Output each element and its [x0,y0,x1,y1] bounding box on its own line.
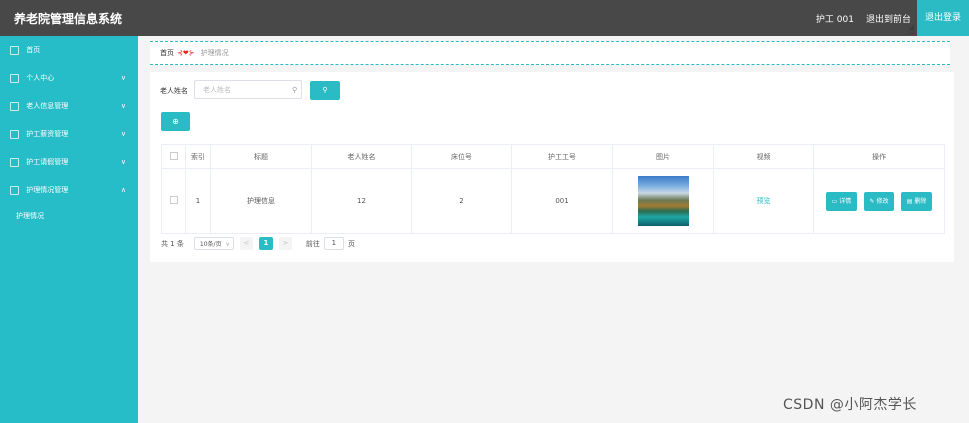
column-header: 操作 [813,144,945,169]
add-button[interactable]: ⊕ [161,112,190,131]
list-icon [10,101,19,111]
column-header: 护工工号 [511,144,613,169]
edit-button[interactable]: ✎ 修改 [863,191,895,211]
sidebar-subitem-care-status[interactable]: 护理情况 [0,204,138,228]
search-icon: ⚲ [292,86,298,94]
list-icon [10,157,19,167]
breadcrumb-current: 护理情况 [200,49,229,57]
goto-label: 前往 [305,239,320,248]
landscape-thumbnail[interactable] [637,176,689,226]
list-icon [10,129,19,139]
cell-bed-no: 2 [411,168,512,234]
care-records-table: 索引 标题 老人姓名 床位号 护工工号 图片 视频 操作 1 护理信息 12 2… [161,144,945,234]
search-label: 老人姓名 [160,87,188,95]
cell-actions: ▭ 详情 ✎ 修改 ▤ 删除 [813,168,945,234]
delete-button[interactable]: ▤ 删除 [900,191,933,211]
sidebar: 首页 个人中心 ∨ 老人信息管理 ∨ 护工薪资管理 ∨ 护工请假管理 ∨ 护理情… [0,36,138,423]
column-header: 床位号 [411,144,512,169]
video-preview-link[interactable]: 预览 [757,197,771,205]
chevron-down-icon: ∨ [225,241,230,248]
page-size-select[interactable]: 10条/页 ∨ [193,237,234,250]
cell-elder-name: 12 [311,168,412,234]
sidebar-item-home[interactable]: 首页 [0,36,138,64]
top-bar: 养老院管理信息系统 护工 001 退出到前台 退出登录 [0,0,969,36]
cell-image [612,168,714,234]
column-header: 索引 [185,144,211,169]
app-title: 养老院管理信息系统 [14,12,123,26]
elder-name-search-input[interactable] [194,80,302,99]
page-suffix: 页 [347,239,355,248]
trash-icon: ▤ [906,197,913,205]
plus-icon: ⊕ [172,117,179,126]
chevron-down-icon: ∨ [120,102,126,110]
sidebar-item-label: 老人信息管理 [26,102,69,110]
user-icon [10,73,19,83]
pagination: 共 1 条 10条/页 ∨ < 1 > 前往 1 页 [161,236,355,251]
sidebar-item-salary[interactable]: 护工薪资管理 ∨ [0,120,138,148]
sidebar-item-elder-info[interactable]: 老人信息管理 ∨ [0,92,138,120]
home-icon [10,45,19,55]
column-header: 老人姓名 [311,144,412,169]
cell-video: 预览 [713,168,814,234]
sidebar-item-label: 个人中心 [26,74,55,82]
breadcrumb-home[interactable]: 首页 [160,48,174,58]
chevron-up-icon: ∧ [120,186,126,194]
prev-page-button[interactable]: < [239,237,253,250]
column-header: 标题 [210,144,312,169]
top-actions: 护工 001 退出到前台 退出登录 [810,0,969,36]
goto-page-input[interactable]: 1 [323,237,344,250]
sidebar-item-personal-center[interactable]: 个人中心 ∨ [0,64,138,92]
logout-button[interactable]: 退出登录 [916,0,969,36]
next-page-button[interactable]: > [278,237,292,250]
cell-index: 1 [185,168,211,234]
pointer-cursor-icon: ☝ [908,23,916,37]
sidebar-item-label: 护理情况管理 [26,186,69,194]
search-button[interactable]: ⚲ [310,81,340,100]
page-number-current[interactable]: 1 [258,237,273,250]
row-select[interactable] [161,168,186,234]
sidebar-item-label: 首页 [26,46,41,54]
chevron-down-icon: ∨ [120,74,126,82]
cell-title: 护理信息 [210,168,312,234]
table-row: 1 护理信息 12 2 001 预览 ▭ 详情 ✎ 修改 ▤ 删除 [161,168,945,234]
detail-button[interactable]: ▭ 详情 [825,191,858,211]
search-icon: ⚲ [322,86,328,94]
table-header-row: 索引 标题 老人姓名 床位号 护工工号 图片 视频 操作 [161,144,945,169]
total-count: 共 1 条 [161,239,184,248]
column-header: 图片 [612,144,714,169]
checkbox[interactable] [169,196,178,204]
sidebar-item-label: 护工薪资管理 [26,130,69,138]
column-header: 视频 [713,144,814,169]
sidebar-item-care-status[interactable]: 护理情况管理 ∧ [0,176,138,204]
breadcrumb-separator: ⊰❤⊱ [177,49,195,57]
cell-worker-no: 001 [511,168,613,234]
watermark: CSDN @小阿杰学长 [783,397,917,413]
chevron-down-icon: ∨ [120,130,126,138]
edit-icon: ✎ [869,197,875,205]
header-select-all[interactable] [161,144,186,169]
detail-icon: ▭ [831,197,838,205]
sidebar-item-label: 护工请假管理 [26,158,69,166]
chevron-down-icon: ∨ [120,158,126,166]
sidebar-item-leave[interactable]: 护工请假管理 ∨ [0,148,138,176]
checkbox[interactable] [169,151,178,160]
list-icon [10,185,19,195]
main-panel: 老人姓名 ⚲ ⚲ ⊕ 索引 标题 老人姓名 床位号 护工工号 图片 视频 操作 [150,72,954,262]
current-user: 护工 001 [815,14,854,25]
breadcrumb: 首页 ⊰❤⊱ 护理情况 [150,41,950,65]
